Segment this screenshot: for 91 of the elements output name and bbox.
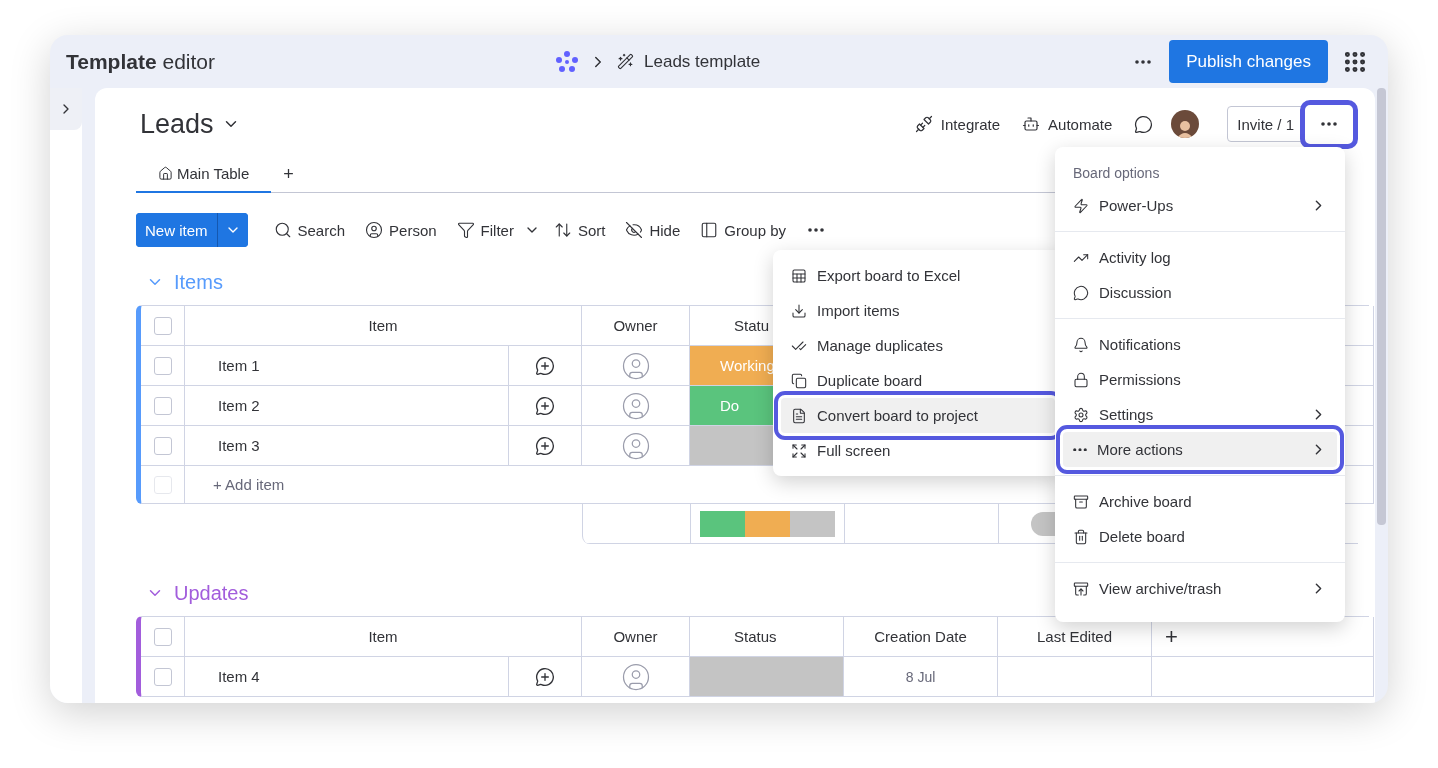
checkbox[interactable] xyxy=(153,356,172,375)
scrollbar-thumb[interactable] xyxy=(1377,88,1386,525)
checkbox[interactable] xyxy=(153,436,172,455)
spreadsheet-icon xyxy=(791,267,807,284)
menu-item[interactable]: Settings xyxy=(1063,397,1337,432)
column-header: Last Edited xyxy=(1036,628,1113,645)
person-placeholder-icon[interactable] xyxy=(620,661,651,692)
menu-item[interactable]: View archive/trash xyxy=(1063,571,1337,606)
person-placeholder-icon[interactable] xyxy=(620,350,651,381)
toolbar-button[interactable]: Hide xyxy=(615,217,691,243)
item-name[interactable]: Item 4 xyxy=(218,668,260,685)
add-item-link[interactable]: + Add item xyxy=(213,476,285,493)
sort-icon xyxy=(553,221,572,239)
item-name[interactable]: Item 2 xyxy=(218,397,260,414)
download-icon xyxy=(791,302,807,319)
menu-item[interactable]: Notifications xyxy=(1063,327,1337,362)
archive-restore-icon xyxy=(1073,580,1089,597)
breadcrumb-link[interactable]: Leads template xyxy=(644,51,761,72)
view-tab[interactable]: Main Table xyxy=(136,156,272,193)
new-item-button[interactable]: New item xyxy=(136,213,218,247)
more-button[interactable] xyxy=(1300,99,1358,149)
lock-icon xyxy=(1073,371,1089,388)
ellipsis-icon xyxy=(808,228,824,232)
house-icon xyxy=(158,166,173,181)
robot-icon xyxy=(1022,115,1041,133)
bell-icon xyxy=(1073,336,1089,353)
person-placeholder-icon[interactable] xyxy=(620,430,651,461)
board-title[interactable]: Leads xyxy=(140,108,214,140)
menu-item[interactable]: Discussion xyxy=(1063,275,1337,310)
menu-item[interactable]: Delete board xyxy=(1063,519,1337,554)
column-header: Creation Date xyxy=(874,628,967,645)
avatar[interactable] xyxy=(1171,110,1200,138)
publish-button[interactable]: Publish changes xyxy=(1169,40,1328,83)
ellipsis-icon xyxy=(1321,122,1337,126)
ellipsis-icon xyxy=(1135,59,1152,64)
unplug-icon xyxy=(914,115,933,133)
ellipsis-icon xyxy=(1073,447,1087,452)
filter-icon xyxy=(456,221,475,239)
status-cell[interactable] xyxy=(690,657,844,697)
column-header: Owner xyxy=(613,628,658,645)
archive-box-icon xyxy=(1073,493,1089,510)
person-icon xyxy=(365,221,384,239)
menu-item[interactable]: Export board to Excel xyxy=(781,258,1055,293)
column-header: Owner xyxy=(613,317,658,334)
column-header: Item xyxy=(368,628,398,645)
expand-icon xyxy=(791,442,807,459)
date-text: 8 Jul xyxy=(905,668,936,685)
toolbar-button[interactable]: Filter xyxy=(446,217,524,243)
column-header: Status xyxy=(734,628,777,645)
panel-icon xyxy=(700,221,719,239)
add-update-icon[interactable] xyxy=(535,435,555,456)
menu-item[interactable]: Power-Ups xyxy=(1063,188,1337,223)
item-name[interactable]: Item 3 xyxy=(218,437,260,454)
toolbar-button[interactable]: Person xyxy=(355,217,447,243)
checkbox[interactable] xyxy=(153,396,172,415)
menu-item[interactable]: Permissions xyxy=(1063,362,1337,397)
copy-icon xyxy=(791,372,807,389)
checkbox[interactable] xyxy=(153,667,172,686)
checkbox[interactable] xyxy=(153,627,172,646)
checkbox[interactable] xyxy=(153,316,172,335)
speech-bubble-icon xyxy=(1134,114,1154,134)
header-action-button[interactable]: Automate xyxy=(1018,111,1117,137)
column-header: Statu xyxy=(734,317,770,334)
trash-icon xyxy=(1073,528,1089,545)
add-view-button[interactable]: + xyxy=(271,156,306,192)
settings-icon xyxy=(1073,406,1089,423)
column-header: Item xyxy=(368,317,398,334)
document-icon xyxy=(791,407,807,424)
menu-item[interactable]: Archive board xyxy=(1063,484,1337,519)
search-icon xyxy=(273,221,292,239)
person-placeholder-icon[interactable] xyxy=(620,390,651,421)
item-name[interactable]: Item 1 xyxy=(218,357,260,374)
menu-item[interactable]: Activity log xyxy=(1063,240,1337,275)
toolbar-button[interactable]: Search xyxy=(263,217,356,243)
add-update-icon[interactable] xyxy=(535,395,555,416)
header-action-button[interactable]: Integrate xyxy=(910,111,1005,137)
magic-wand-icon xyxy=(617,53,634,70)
menu-item[interactable]: Full screen xyxy=(781,433,1055,468)
add-update-icon[interactable] xyxy=(535,355,555,376)
menu-heading: Board options xyxy=(1072,164,1161,183)
group-title[interactable]: Updates xyxy=(174,581,249,605)
app-title: Template editor xyxy=(66,49,215,74)
menu-item[interactable]: Import items xyxy=(781,293,1055,328)
hidden-eye-icon xyxy=(625,221,644,239)
add-update-icon[interactable] xyxy=(535,666,555,687)
speech-bubble-icon xyxy=(1073,284,1089,301)
toolbar-button[interactable]: Group by xyxy=(690,217,796,243)
toolbar-button[interactable]: Sort xyxy=(543,217,616,243)
add-column-button[interactable]: + xyxy=(1161,619,1182,654)
logo-icon xyxy=(555,49,579,74)
lightning-icon xyxy=(1073,197,1089,214)
